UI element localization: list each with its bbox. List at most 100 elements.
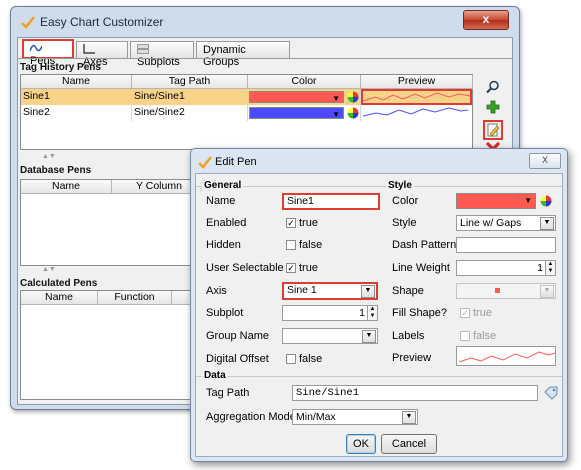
- color-wheel-icon[interactable]: [347, 107, 359, 119]
- style-value: Line w/ Gaps: [460, 217, 522, 229]
- add-pen-button[interactable]: [484, 100, 502, 118]
- digital-offset-value: false: [299, 353, 323, 365]
- ok-button[interactable]: OK: [346, 434, 376, 454]
- column-header-color[interactable]: Color: [248, 75, 361, 89]
- fill-shape-label: Fill Shape?: [392, 307, 448, 319]
- edit-pen-dialog: Edit Pen X General Style Name Sine1 Enab…: [190, 148, 568, 462]
- tag-path-input[interactable]: Sine/Sine1: [292, 385, 538, 401]
- labels-label: Labels: [392, 330, 425, 342]
- subplots-icon: [137, 44, 149, 54]
- hidden-checkbox[interactable]: [286, 240, 296, 250]
- tab-dynamic-groups[interactable]: Dynamic Groups: [196, 41, 290, 68]
- group-name-label: Group Name: [206, 330, 269, 342]
- chevron-down-icon[interactable]: ▼: [362, 330, 376, 343]
- user-selectable-value: true: [299, 262, 318, 274]
- labels-value: false: [473, 330, 497, 342]
- chevron-down-icon[interactable]: ▼: [540, 285, 554, 298]
- tab-subplots[interactable]: Subplots: [130, 41, 194, 68]
- subplot-spinner[interactable]: 1 ▲ ▼: [282, 305, 378, 321]
- splitter-handle[interactable]: ▲▼: [42, 153, 56, 160]
- pen-color-select[interactable]: ▼: [456, 193, 536, 209]
- column-header-name[interactable]: Name: [21, 180, 112, 194]
- general-group: General: [196, 180, 382, 191]
- chevron-down-icon: ▼: [524, 196, 532, 205]
- hidden-label: Hidden: [206, 239, 241, 251]
- data-header: Data: [202, 370, 228, 381]
- tag-history-table[interactable]: Name Tag Path Color Preview Sine1 Sine/S…: [20, 74, 473, 150]
- dash-pattern-label: Dash Pattern: [392, 239, 457, 251]
- window-title-bar[interactable]: Easy Chart Customizer x: [11, 7, 519, 37]
- spinner-arrows-icon[interactable]: ▲ ▼: [367, 306, 377, 320]
- tab-divider: [18, 58, 512, 59]
- column-header-preview[interactable]: Preview: [361, 75, 473, 89]
- fill-shape-checkbox[interactable]: ✓: [460, 308, 470, 318]
- pens-icon: [29, 44, 43, 52]
- window-close-button[interactable]: x: [463, 10, 509, 30]
- general-header: General: [202, 180, 244, 191]
- subplot-value: 1: [359, 307, 365, 319]
- dash-pattern-input[interactable]: [456, 237, 556, 253]
- pen-color-cell[interactable]: ▼: [248, 105, 361, 121]
- splitter-handle[interactable]: ▲▼: [42, 266, 56, 273]
- chevron-down-icon[interactable]: ▼: [402, 411, 416, 424]
- enabled-checkbox[interactable]: ✓: [286, 218, 296, 228]
- pen-path-cell: Sine/Sine1: [132, 89, 248, 105]
- group-name-select[interactable]: ▼: [282, 328, 378, 344]
- preview-line: [458, 351, 556, 363]
- dialog-close-button[interactable]: X: [529, 153, 561, 169]
- axis-select[interactable]: Sine 1 ▼: [282, 282, 378, 300]
- data-group: Data: [196, 370, 562, 381]
- name-input[interactable]: Sine1: [282, 193, 380, 210]
- digital-offset-checkbox[interactable]: [286, 354, 296, 364]
- preview-label: Preview: [392, 352, 432, 364]
- chevron-down-icon[interactable]: ▼: [361, 285, 375, 298]
- pen-preview-box: [456, 346, 556, 366]
- app-logo-icon: [21, 16, 35, 29]
- database-pens-table[interactable]: Name Y Column: [20, 179, 200, 266]
- edit-icon: [487, 123, 500, 137]
- table-row[interactable]: Sine1 Sine/Sine1 ▼: [21, 89, 472, 105]
- calculated-pens-table[interactable]: Name Function: [20, 290, 200, 400]
- column-header-function[interactable]: Function: [98, 291, 172, 305]
- column-header-tag-path[interactable]: Tag Path: [132, 75, 248, 89]
- search-icon: [486, 80, 499, 94]
- style-label: Style: [392, 217, 417, 229]
- axes-icon: [83, 44, 95, 54]
- search-button[interactable]: [484, 80, 502, 98]
- cancel-button[interactable]: Cancel: [381, 434, 437, 454]
- line-weight-spinner[interactable]: 1 ▲ ▼: [456, 260, 556, 276]
- labels-checkbox[interactable]: [460, 331, 470, 341]
- dialog-title: Edit Pen: [215, 156, 257, 168]
- column-header-y-column[interactable]: Y Column: [112, 180, 200, 194]
- spinner-arrows-icon[interactable]: ▲ ▼: [545, 261, 555, 275]
- pen-name-cell: Sine1: [21, 89, 132, 105]
- window-title: Easy Chart Customizer: [40, 15, 164, 29]
- table-row[interactable]: Sine2 Sine/Sine2 ▼: [21, 105, 472, 121]
- tag-browse-icon[interactable]: [544, 386, 558, 400]
- tab-pens[interactable]: Pens: [22, 39, 74, 67]
- pen-path-cell: Sine/Sine2: [132, 105, 248, 121]
- edit-pen-button[interactable]: [483, 120, 503, 140]
- tab-axes[interactable]: Axes: [76, 41, 128, 68]
- color-wheel-icon[interactable]: [540, 195, 552, 207]
- pen-preview-cell: [361, 105, 472, 121]
- aggregation-mode-select[interactable]: Min/Max ▼: [292, 409, 418, 425]
- digital-offset-label: Digital Offset: [206, 353, 269, 365]
- add-icon: [486, 100, 500, 114]
- tag-path-label: Tag Path: [206, 387, 250, 399]
- pen-preview-cell: [361, 89, 472, 105]
- calculated-pens-title: Calculated Pens: [20, 278, 98, 289]
- chevron-down-icon[interactable]: ▼: [540, 217, 554, 230]
- style-select[interactable]: Line w/ Gaps ▼: [456, 215, 556, 231]
- column-header-name[interactable]: Name: [21, 75, 132, 89]
- subplot-label: Subplot: [206, 307, 244, 319]
- shape-select[interactable]: ▼: [456, 283, 556, 299]
- column-header-name[interactable]: Name: [21, 291, 98, 305]
- pen-color-cell[interactable]: ▼: [248, 89, 361, 105]
- axis-label: Axis: [206, 285, 227, 297]
- style-group: Style: [380, 180, 562, 191]
- name-label: Name: [206, 195, 236, 207]
- user-selectable-checkbox[interactable]: ✓: [286, 263, 296, 273]
- dialog-title-bar[interactable]: Edit Pen X: [191, 149, 567, 171]
- color-wheel-icon[interactable]: [347, 91, 359, 103]
